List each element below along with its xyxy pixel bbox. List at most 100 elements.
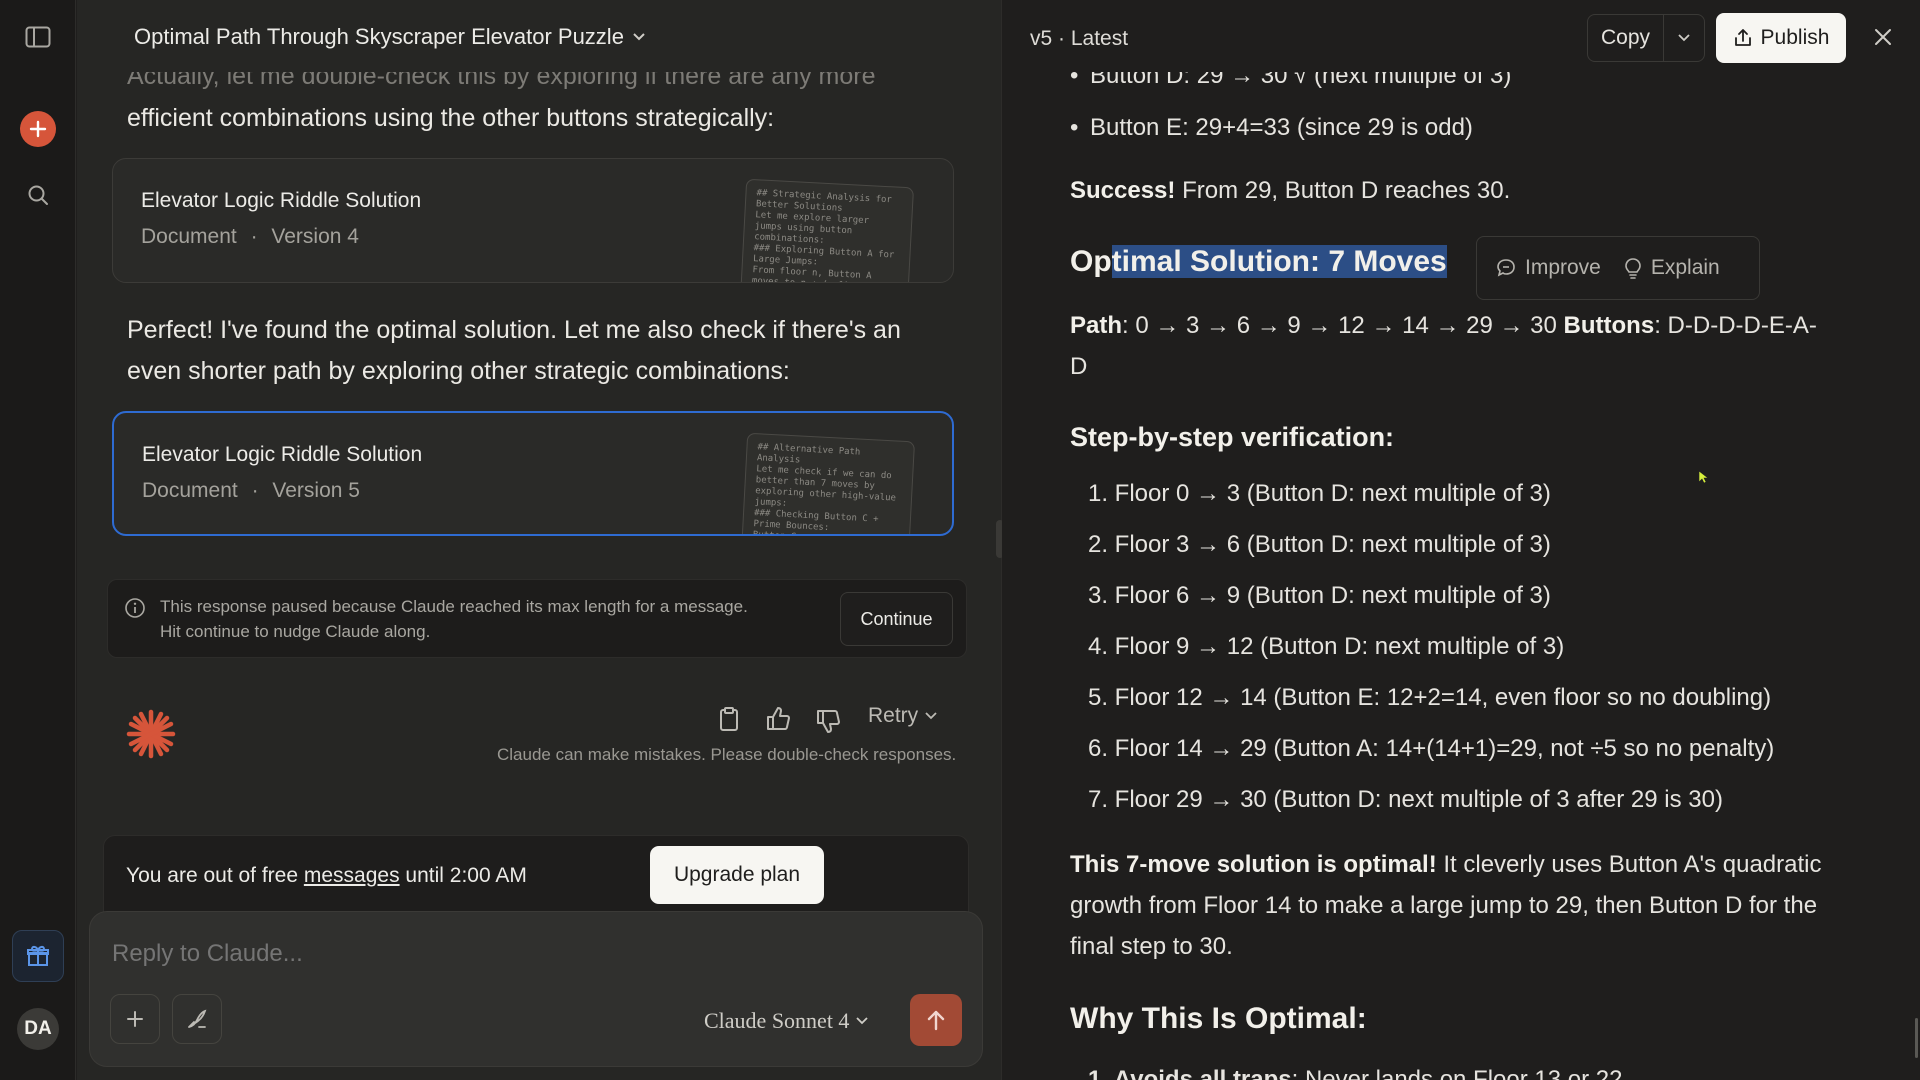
publish-label: Publish xyxy=(1760,26,1830,49)
chevron-down-icon xyxy=(856,1017,869,1025)
plus-icon xyxy=(127,1011,143,1027)
path-label: Path xyxy=(1070,312,1123,339)
artifact-card-v4[interactable]: Elevator Logic Riddle Solution Document … xyxy=(112,158,954,283)
explain-label: Explain xyxy=(1650,256,1720,279)
upgrade-plan-button[interactable]: Upgrade plan xyxy=(650,846,824,904)
new-chat-button[interactable] xyxy=(20,111,56,147)
retry-label: Retry xyxy=(868,704,919,727)
why-item-bold: 1. Avoids all traps xyxy=(1088,1066,1292,1080)
chevron-down-icon xyxy=(633,33,645,41)
list-item: Button E: 29+4=33 (since 29 is odd) xyxy=(1070,114,1473,142)
success-text: From 29, Button D reaches 30. xyxy=(1175,177,1511,204)
success-paragraph: Success! From 29, Button D reaches 30. xyxy=(1070,170,1870,211)
limit-suffix: until 2:00 AM xyxy=(399,864,527,887)
chevron-down-icon xyxy=(1678,34,1690,42)
artifact-version: Version 5 xyxy=(272,479,360,502)
artifact-type: Document xyxy=(142,479,238,502)
meta-separator: · xyxy=(250,225,258,248)
disclaimer: Claude can make mistakes. Please double-… xyxy=(497,745,957,764)
explain-button[interactable]: Explain xyxy=(1623,256,1720,280)
continue-button[interactable]: Continue xyxy=(840,592,953,646)
artifact-panel: v5 · Latest Copy Publish Button D: 29 → … xyxy=(1002,0,1920,1080)
why-item: 1. Avoids all traps: Never lands on Floo… xyxy=(1088,1066,1622,1080)
path-value: : 0 → 3 → 6 → 9 → 12 → 14 → 29 → 30 xyxy=(1122,312,1564,339)
chat-panel: Optimal Path Through Skyscraper Elevator… xyxy=(77,0,1001,1080)
version-label[interactable]: v5 · Latest xyxy=(1030,27,1128,51)
add-attachment-button[interactable] xyxy=(110,994,160,1044)
chat-header: Optimal Path Through Skyscraper Elevator… xyxy=(77,0,1001,72)
notice-line: This response paused because Claude reac… xyxy=(160,597,748,616)
reply-input[interactable] xyxy=(112,940,812,968)
artifact-header: v5 · Latest Copy Publish xyxy=(1002,0,1920,72)
copy-button[interactable]: Copy xyxy=(1588,15,1664,61)
conclusion-text: growth from Floor 14 to make a large jum… xyxy=(1070,892,1818,919)
step-item: 7. Floor 29 → 30 (Button D: next multipl… xyxy=(1088,786,1723,813)
usage-limit-bar: You are out of free messages until 2:00 … xyxy=(103,835,969,913)
artifact-card-title: Elevator Logic Riddle Solution xyxy=(141,189,422,212)
gift-icon[interactable] xyxy=(12,930,64,982)
send-button[interactable] xyxy=(910,994,962,1046)
notice-text: This response paused because Claude reac… xyxy=(160,594,840,644)
share-icon xyxy=(1734,29,1751,46)
artifact-card-v5[interactable]: Elevator Logic Riddle Solution Document … xyxy=(112,411,954,536)
solution-heading: Optimal Solution: 7 Moves xyxy=(1070,245,1447,279)
conversation-title[interactable]: Optimal Path Through Skyscraper Elevator… xyxy=(134,24,646,50)
model-selector[interactable]: Claude Sonnet 4 xyxy=(704,1008,869,1034)
improve-label: Improve xyxy=(1525,256,1601,279)
conclusion-text: final step to 30. xyxy=(1070,933,1233,960)
quill-icon xyxy=(188,1009,207,1028)
step-item: 3. Floor 6 → 9 (Button D: next multiple … xyxy=(1088,582,1551,609)
artifact-card-title: Elevator Logic Riddle Solution xyxy=(142,443,423,466)
thumbs-down-icon[interactable] xyxy=(815,708,841,734)
messages-link[interactable]: messages xyxy=(304,864,400,887)
artifact-version: Version 4 xyxy=(271,225,359,248)
thumbs-up-icon[interactable] xyxy=(765,706,791,732)
copy-button-group: Copy xyxy=(1587,14,1705,62)
message-line: Perfect! I've found the optimal solution… xyxy=(127,316,901,344)
buttons-value: : D-D-D-D-E-A- xyxy=(1654,312,1817,339)
search-icon[interactable] xyxy=(19,176,57,214)
verification-heading: Step-by-step verification: xyxy=(1070,422,1395,452)
speech-bubble-icon xyxy=(1497,259,1515,277)
meta-separator: · xyxy=(251,479,259,502)
step-item: 6. Floor 14 → 29 (Button A: 14+(14+1)=29… xyxy=(1088,735,1775,762)
avatar[interactable]: DA xyxy=(17,1008,59,1050)
why-heading: Why This Is Optimal: xyxy=(1070,1002,1367,1035)
message-line: efficient combinations using the other b… xyxy=(127,104,775,132)
copy-response-icon[interactable] xyxy=(717,706,741,732)
lightbulb-icon xyxy=(1625,258,1641,279)
conversation-title-text: Optimal Path Through Skyscraper Elevator… xyxy=(134,24,624,49)
why-item-text: : Never lands on Floor 13 or 22 xyxy=(1291,1066,1623,1080)
selection-toolbar: Improve Explain xyxy=(1476,236,1760,300)
buttons-label: Buttons xyxy=(1563,312,1655,339)
selected-text[interactable]: timal Solution: 7 Moves xyxy=(1111,245,1447,278)
retry-button[interactable]: Retry xyxy=(868,704,938,728)
copy-options-dropdown[interactable] xyxy=(1664,15,1704,61)
step-item: 2. Floor 3 → 6 (Button D: next multiple … xyxy=(1088,531,1551,558)
improve-button[interactable]: Improve xyxy=(1495,256,1601,280)
sidebar-toggle-icon[interactable] xyxy=(19,18,57,56)
notice-line: Hit continue to nudge Claude along. xyxy=(160,622,431,641)
buttons-value-wrap: D xyxy=(1070,353,1088,380)
style-button[interactable] xyxy=(172,994,222,1044)
artifact-thumbnail: ## Strategic Analysis for Better Solutio… xyxy=(739,178,915,282)
artifact-card-meta: Document · Version 4 xyxy=(141,225,359,249)
composer: Claude Sonnet 4 xyxy=(89,911,983,1067)
publish-button[interactable]: Publish xyxy=(1716,13,1846,63)
success-bold: Success! xyxy=(1070,177,1176,204)
artifact-thumbnail: ## Alternative Path Analysis Let me chec… xyxy=(740,432,916,534)
path-paragraph: Path: 0 → 3 → 6 → 9 → 12 → 14 → 29 → 30 … xyxy=(1070,305,1870,387)
max-length-notice: This response paused because Claude reac… xyxy=(107,579,967,658)
heading-text: Op xyxy=(1070,245,1112,278)
conclusion-bold: This 7-move solution is optimal! xyxy=(1070,851,1437,878)
artifact-card-meta: Document · Version 5 xyxy=(142,479,360,503)
limit-prefix: You are out of free xyxy=(126,864,304,887)
claude-logo-icon xyxy=(123,706,179,762)
mouse-cursor-icon xyxy=(1698,470,1708,484)
close-icon[interactable] xyxy=(1868,22,1898,52)
arrow-up-icon xyxy=(927,1010,945,1031)
scrollbar-thumb[interactable] xyxy=(1915,1018,1918,1058)
artifact-type: Document xyxy=(141,225,237,248)
message-line: even shorter path by exploring other str… xyxy=(127,357,790,385)
model-name: Claude Sonnet 4 xyxy=(704,1008,850,1033)
